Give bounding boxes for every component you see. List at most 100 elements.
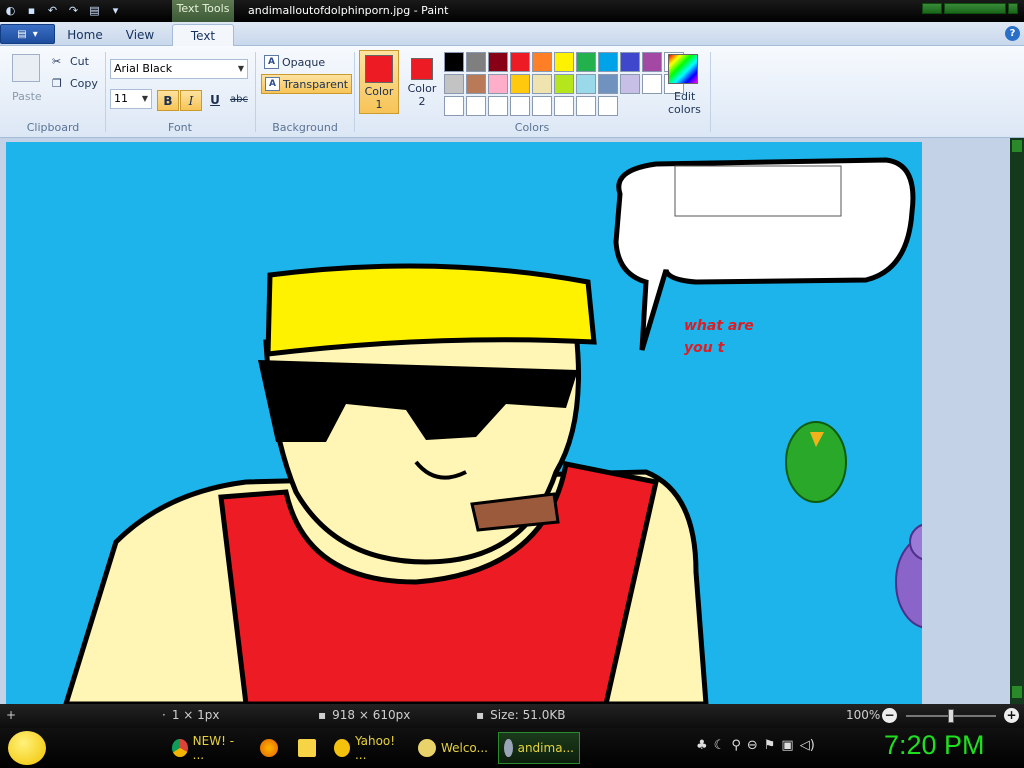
cut-icon[interactable]: ✂ [52,55,61,68]
palette-color-swatch[interactable] [466,74,486,94]
zoom-slider[interactable] [906,709,996,723]
minimize-button[interactable] [922,3,942,14]
zoom-slider-knob[interactable] [948,709,954,723]
palette-color-swatch[interactable] [488,74,508,94]
opaque-label: Opaque [282,55,326,69]
opaque-button[interactable]: A Opaque [261,52,328,72]
palette-color-swatch[interactable] [576,52,596,72]
font-size-select[interactable]: 11 ▼ [110,89,152,109]
tray-search-icon[interactable]: ⚲ [731,738,741,753]
strikethrough-button[interactable]: abc [228,90,250,111]
edit-colors-label-2[interactable]: colors [668,103,701,116]
maximize-button[interactable] [944,3,1006,14]
file-size: ▪ Size: 51.0KB [476,708,565,722]
tab-text[interactable]: Text [172,24,234,46]
speech-bubble [613,157,916,351]
palette-color-swatch[interactable] [510,52,530,72]
palette-color-swatch[interactable] [532,74,552,94]
vertical-scrollbar[interactable] [1010,138,1024,704]
tab-view[interactable]: View [116,24,164,46]
palette-color-swatch[interactable] [466,52,486,72]
status-bar: + · 1 × 1px ▪ 918 × 610px ▪ Size: 51.0KB… [0,704,1024,728]
scroll-down-button[interactable] [1012,686,1022,698]
underline-button[interactable]: U [204,90,226,111]
cursor-icon: · [162,708,166,722]
paint-app-icon[interactable]: ◐ [2,2,19,19]
palette-color-swatch[interactable] [444,52,464,72]
customize-toolbar-icon[interactable]: ▾ [107,2,124,19]
palette-color-swatch[interactable] [488,52,508,72]
save-icon[interactable]: ▪ [23,2,40,19]
bold-button[interactable]: B [157,90,179,111]
palette-color-swatch[interactable] [598,96,618,116]
palette-color-swatch[interactable] [642,52,662,72]
palette-color-swatch[interactable] [642,74,662,94]
paint-menu-button[interactable]: ▤ ▾ [0,24,55,44]
chevron-down-icon: ▼ [141,94,148,103]
color1-swatch [365,55,393,83]
canvas-text-box[interactable]: what are you t [684,315,754,359]
clock[interactable]: 7:20 PM [884,730,985,761]
palette-color-swatch[interactable] [488,96,508,116]
scroll-up-button[interactable] [1012,140,1022,152]
taskbar-item-chrome[interactable]: NEW! - ... [166,732,248,764]
font-family-value: Arial Black [114,62,173,75]
edit-colors-icon[interactable] [668,54,698,84]
tray-volume-icon[interactable]: ◁) [800,738,815,753]
tray-banana-icon[interactable]: ☾ [714,738,726,753]
palette-color-swatch[interactable] [532,96,552,116]
zoom-out-button[interactable]: − [882,708,897,723]
palette-color-swatch[interactable] [444,96,464,116]
palette-color-swatch[interactable] [466,96,486,116]
zoom-in-button[interactable]: + [1004,708,1019,723]
palette-color-swatch[interactable] [620,74,640,94]
copy-icon[interactable]: ❐ [52,77,62,90]
tray-flag-icon[interactable]: ⚑ [764,738,776,753]
paste-button[interactable]: Paste [12,90,42,103]
undo-icon[interactable]: ↶ [44,2,61,19]
palette-color-swatch[interactable] [554,96,574,116]
drawing-canvas[interactable]: what are you t [6,142,922,704]
chevron-down-icon: ▼ [237,64,244,73]
palette-color-swatch[interactable] [554,74,574,94]
tab-home[interactable]: Home [62,24,108,46]
palette-color-swatch[interactable] [576,96,596,116]
help-icon[interactable]: ? [1005,26,1020,41]
system-tray: ♣ ☾ ⚲ ⊖ ⚑ ▣ ◁) [696,738,815,753]
palette-color-swatch[interactable] [510,96,530,116]
edit-colors-label[interactable]: Edit [674,90,695,103]
cut-button[interactable]: Cut [70,55,89,68]
taskbar-item-paint[interactable]: andima... [498,732,580,764]
taskbar-item-folder[interactable] [292,732,326,764]
tray-tree-icon[interactable]: ♣ [696,738,708,753]
chrome-icon [172,739,188,757]
taskbar-item-welcome[interactable]: Welco... [412,732,494,764]
palette-color-swatch[interactable] [598,52,618,72]
palette-color-swatch[interactable] [510,74,530,94]
color2-number: 2 [418,95,426,108]
palette-color-swatch[interactable] [620,52,640,72]
palette-color-swatch[interactable] [598,74,618,94]
banana-icon [418,739,436,757]
start-smiley-icon[interactable] [8,731,46,765]
palette-color-swatch[interactable] [444,74,464,94]
palette-color-swatch[interactable] [576,74,596,94]
taskbar-item-firefox[interactable] [254,732,288,764]
redo-icon[interactable]: ↷ [65,2,82,19]
palette-color-swatch[interactable] [532,52,552,72]
font-family-select[interactable]: Arial Black ▼ [110,59,248,79]
taskbar-item-yahoo[interactable]: Yahoo! ... [328,732,410,764]
close-button[interactable] [1008,3,1018,14]
tray-minus-icon[interactable]: ⊖ [747,738,758,753]
background-group-label: Background [272,121,338,134]
tray-network-icon[interactable]: ▣ [781,738,793,753]
color2-button[interactable]: Color 2 [402,50,442,114]
yahoo-messenger-icon [334,739,350,757]
paste-icon[interactable] [12,54,40,82]
transparent-button[interactable]: A Transparent [261,74,353,94]
copy-button[interactable]: Copy [70,77,98,90]
color1-button[interactable]: Color 1 [359,50,399,114]
palette-color-swatch[interactable] [554,52,574,72]
new-icon[interactable]: ▤ [86,2,103,19]
italic-button[interactable]: I [180,90,202,111]
